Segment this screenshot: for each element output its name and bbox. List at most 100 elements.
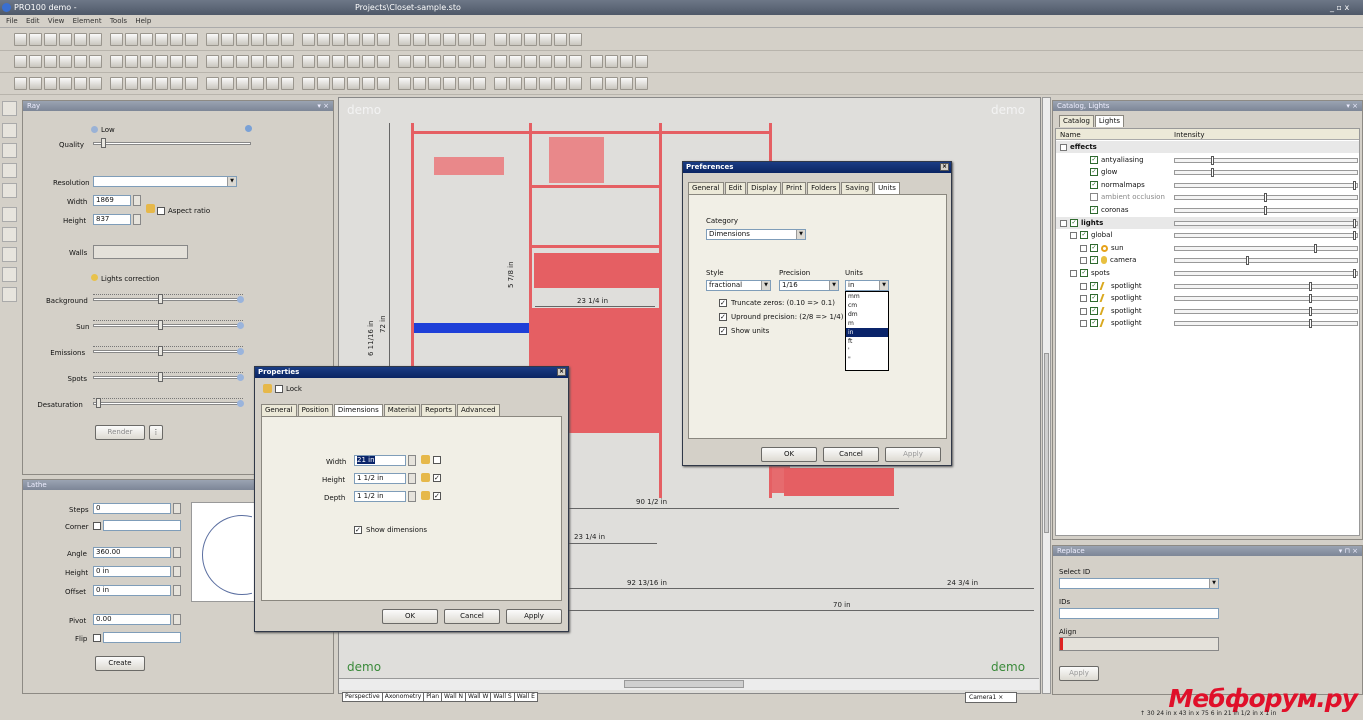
prop-apply-button[interactable]: Apply — [506, 609, 562, 624]
tab-general[interactable]: General — [688, 182, 724, 194]
toolbar-button-icon[interactable] — [281, 77, 294, 90]
prop-width-checkbox[interactable] — [433, 456, 441, 464]
toolbar-button-icon[interactable] — [302, 33, 315, 46]
toolbar-button-icon[interactable] — [605, 55, 618, 68]
tree-checkbox[interactable]: ✓ — [1090, 256, 1098, 265]
view-tab-wall-e[interactable]: Wall E — [513, 692, 538, 702]
toolbar-button-icon[interactable] — [428, 33, 441, 46]
tree-checkbox[interactable]: ✓ — [1080, 269, 1088, 277]
toolbar-button-icon[interactable] — [221, 55, 234, 68]
tree-row[interactable]: ✓ normalmaps — [1056, 179, 1359, 191]
toolbar-button-icon[interactable] — [590, 77, 603, 90]
ray-desaturation-slider[interactable] — [93, 398, 243, 410]
toolbar-button-icon[interactable] — [332, 33, 345, 46]
expand-icon[interactable] — [1080, 320, 1087, 328]
aspect-ratio-checkbox[interactable] — [157, 207, 165, 215]
toolbar-button-icon[interactable] — [125, 77, 138, 90]
toolbar-button-icon[interactable] — [332, 55, 345, 68]
intensity-knob[interactable] — [1308, 281, 1312, 291]
tree-checkbox[interactable]: ✓ — [1070, 218, 1078, 227]
tab-dimensions[interactable]: Dimensions — [333, 404, 383, 416]
angle-input[interactable]: 360.00 — [93, 547, 171, 558]
toolbar-button-icon[interactable] — [569, 33, 582, 46]
toolbar-button-icon[interactable] — [44, 55, 57, 68]
toolbar-button-icon[interactable] — [170, 77, 183, 90]
selected-rail[interactable] — [414, 323, 529, 333]
toolbar-button-icon[interactable] — [377, 77, 390, 90]
toolbar-button-icon[interactable] — [206, 33, 219, 46]
col-intensity-header[interactable]: Intensity — [1174, 131, 1204, 139]
tree-checkbox[interactable] — [1090, 193, 1098, 202]
toolbar-button-icon[interactable] — [620, 77, 633, 90]
toolbar-button-icon[interactable] — [29, 33, 42, 46]
prop-width-input[interactable]: 21 in — [354, 455, 406, 466]
toolbar-button-icon[interactable] — [155, 77, 168, 90]
tree-row[interactable]: ✓ spotlight — [1056, 292, 1359, 304]
render-options-button[interactable]: ⋮ — [149, 425, 163, 440]
tree-checkbox[interactable]: ✓ — [1090, 306, 1098, 315]
tab-print[interactable]: Print — [781, 182, 807, 194]
intensity-slider[interactable] — [1174, 168, 1358, 178]
intensity-slider[interactable] — [1174, 256, 1358, 266]
collapse-icon[interactable] — [1070, 270, 1077, 277]
tree-row[interactable]: ✓ camera — [1056, 254, 1359, 266]
light-tool-icon[interactable] — [2, 207, 17, 222]
intensity-knob[interactable] — [1210, 155, 1214, 165]
intensity-knob[interactable] — [1308, 294, 1312, 304]
slider-knob[interactable] — [95, 398, 101, 408]
view-tab-wall-w[interactable]: Wall W — [465, 692, 492, 702]
toolbar-button-icon[interactable] — [377, 55, 390, 68]
tree-checkbox[interactable]: ✓ — [1080, 231, 1088, 240]
prop-height-spinner[interactable] — [408, 473, 416, 484]
toolbar-button-icon[interactable] — [413, 77, 426, 90]
lathe-height-spinner[interactable] — [173, 566, 181, 577]
tab-position[interactable]: Position — [297, 404, 333, 416]
toolbar-button-icon[interactable] — [428, 55, 441, 68]
toolbar-button-icon[interactable] — [524, 33, 537, 46]
units-option[interactable]: m — [846, 319, 888, 328]
toolbar-button-icon[interactable] — [251, 55, 264, 68]
precision-select[interactable]: 1/16 ▼ — [779, 280, 839, 291]
toolbar-button-icon[interactable] — [347, 33, 360, 46]
ray-emissions-slider[interactable] — [93, 346, 243, 358]
quality-slider[interactable] — [93, 138, 251, 150]
view-tab-wall-n[interactable]: Wall N — [441, 692, 467, 702]
prop-cancel-button[interactable]: Cancel — [444, 609, 500, 624]
properties-close-icon[interactable]: × — [557, 368, 566, 376]
zoom-tool-icon[interactable] — [2, 287, 17, 302]
toolbar-button-icon[interactable] — [14, 33, 27, 46]
intensity-slider[interactable] — [1174, 231, 1358, 241]
toolbar-button-icon[interactable] — [554, 33, 567, 46]
tree-checkbox[interactable]: ✓ — [1090, 168, 1098, 177]
toolbar-button-icon[interactable] — [125, 55, 138, 68]
create-button[interactable]: Create — [95, 656, 145, 671]
style-select[interactable]: fractional ▼ — [706, 280, 771, 291]
collapse-icon[interactable] — [1070, 232, 1077, 240]
corner-input[interactable] — [103, 520, 181, 531]
toolbar-button-icon[interactable] — [125, 33, 138, 46]
canvas-hscroll[interactable] — [339, 678, 1039, 690]
tree-row[interactable]: ✓ antyaliasing — [1056, 154, 1359, 166]
toolbar-button-icon[interactable] — [110, 77, 123, 90]
toolbar-button-icon[interactable] — [635, 77, 648, 90]
units-option[interactable]: ft — [846, 337, 888, 346]
slider-reset-icon[interactable] — [237, 322, 244, 329]
prop-width-spinner[interactable] — [408, 455, 416, 466]
tab-material[interactable]: Material — [383, 404, 421, 416]
corner-checkbox[interactable] — [93, 522, 101, 530]
collapse-icon[interactable] — [1060, 144, 1067, 151]
texture-tool-icon[interactable] — [2, 267, 17, 282]
tree-row[interactable]: ✓ spotlight — [1056, 317, 1359, 329]
pref-apply-button[interactable]: Apply — [885, 447, 941, 462]
toolbar-button-icon[interactable] — [620, 55, 633, 68]
toolbar-button-icon[interactable] — [221, 77, 234, 90]
ray-spots-slider[interactable] — [93, 372, 243, 384]
window-controls[interactable]: _ ▫ x — [1330, 3, 1349, 12]
toolbar-button-icon[interactable] — [554, 55, 567, 68]
toolbar-button-icon[interactable] — [206, 55, 219, 68]
toolbar-button-icon[interactable] — [362, 77, 375, 90]
view-tab-plan[interactable]: Plan — [423, 692, 443, 702]
view-tab-perspective[interactable]: Perspective — [342, 692, 383, 702]
tree-row[interactable]: ✓ glow — [1056, 166, 1359, 178]
height-input[interactable]: 837 — [93, 214, 131, 225]
